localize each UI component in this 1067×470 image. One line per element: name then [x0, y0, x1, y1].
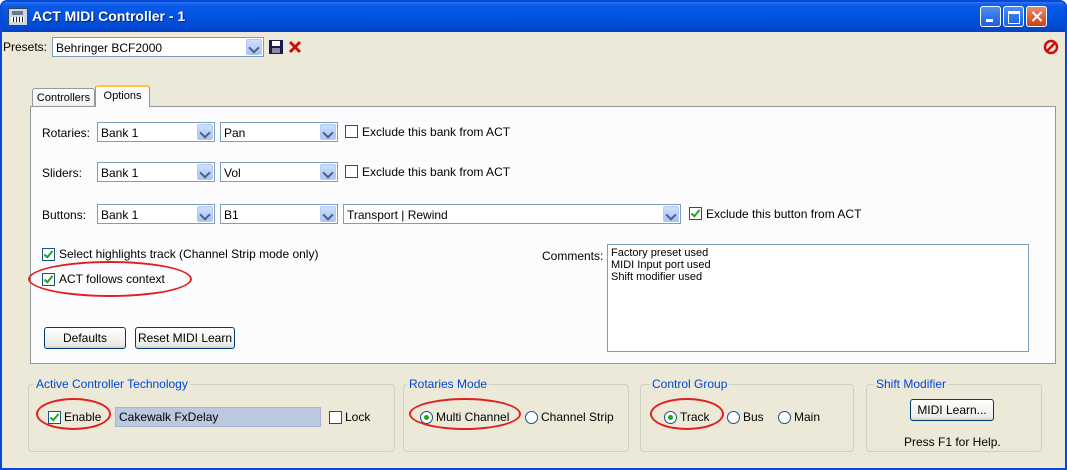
presets-value: Behringer BCF2000 — [56, 41, 163, 55]
rotaries-bank-value: Bank 1 — [101, 126, 139, 140]
plugin-name-field: Cakewalk FxDelay — [115, 407, 321, 427]
channel-strip-radio[interactable] — [525, 411, 538, 424]
title-bar[interactable]: ACT MIDI Controller - 1 — [2, 2, 1065, 32]
multi-channel-label: Multi Channel — [436, 410, 510, 424]
minimize-button[interactable] — [980, 6, 1001, 27]
app-icon — [8, 8, 28, 26]
control-group-title: Control Group — [650, 377, 730, 391]
multi-channel-radio[interactable] — [420, 411, 433, 424]
presets-label: Presets: — [3, 40, 48, 54]
chevron-down-icon[interactable] — [197, 206, 213, 222]
rotaries-param-dropdown[interactable]: Pan — [220, 122, 338, 142]
bus-radio[interactable] — [727, 411, 740, 424]
rotaries-mode-title: Rotaries Mode — [407, 377, 490, 391]
main-label: Main — [794, 410, 821, 424]
buttons-action-dropdown[interactable]: Transport | Rewind — [343, 204, 681, 224]
act-midi-controller-window: ACT MIDI Controller - 1 Presets: Behring… — [0, 0, 1067, 470]
buttons-label: Buttons: — [42, 208, 87, 222]
act-follows-context-label: ACT follows context — [59, 272, 165, 286]
rotaries-exclude-checkbox[interactable] — [345, 125, 358, 138]
chevron-down-icon[interactable] — [663, 206, 679, 222]
close-button[interactable] — [1026, 6, 1047, 27]
sliders-bank-dropdown[interactable]: Bank 1 — [97, 162, 215, 182]
track-radio[interactable] — [664, 411, 677, 424]
comments-textarea[interactable]: Factory preset used MIDI Input port used… — [607, 244, 1029, 352]
sliders-param-dropdown[interactable]: Vol — [220, 162, 338, 182]
tab-options[interactable]: Options — [95, 85, 150, 107]
midi-learn-button[interactable]: MIDI Learn... — [910, 399, 994, 421]
act-group-title: Active Controller Technology — [34, 377, 190, 391]
sliders-exclude-label: Exclude this bank from ACT — [362, 165, 511, 179]
help-text: Press F1 for Help. — [904, 435, 1001, 449]
reset-midi-learn-button[interactable]: Reset MIDI Learn — [135, 327, 235, 349]
sliders-exclude-checkbox[interactable] — [345, 165, 358, 178]
presets-dropdown[interactable]: Behringer BCF2000 — [52, 37, 264, 57]
channel-strip-label: Channel Strip — [541, 410, 614, 424]
defaults-button[interactable]: Defaults — [44, 327, 126, 349]
buttons-bank-value: Bank 1 — [101, 208, 139, 222]
chevron-down-icon[interactable] — [197, 124, 213, 140]
track-label: Track — [680, 410, 710, 424]
rotaries-param-value: Pan — [224, 126, 246, 140]
sliders-label: Sliders: — [42, 166, 83, 180]
comments-label: Comments: — [542, 249, 604, 263]
select-highlights-label: Select highlights track (Channel Strip m… — [59, 247, 319, 261]
buttons-action-value: Transport | Rewind — [347, 208, 448, 222]
bus-label: Bus — [743, 410, 764, 424]
comment-line: Factory preset used — [611, 247, 709, 259]
window-title: ACT MIDI Controller - 1 — [32, 8, 186, 24]
buttons-param-value: B1 — [224, 208, 239, 222]
shift-modifier-title: Shift Modifier — [874, 377, 949, 391]
buttons-bank-dropdown[interactable]: Bank 1 — [97, 204, 215, 224]
act-follows-context-checkbox[interactable] — [42, 273, 55, 286]
save-icon[interactable] — [268, 39, 284, 55]
buttons-exclude-checkbox[interactable] — [689, 207, 702, 220]
comment-line: Shift modifier used — [611, 271, 703, 283]
lock-label: Lock — [345, 410, 371, 424]
delete-icon[interactable] — [287, 39, 303, 55]
chevron-down-icon[interactable] — [197, 164, 213, 180]
enable-checkbox[interactable] — [48, 411, 61, 424]
buttons-exclude-label: Exclude this button from ACT — [706, 207, 862, 221]
sliders-bank-value: Bank 1 — [101, 166, 139, 180]
chevron-down-icon[interactable] — [320, 124, 336, 140]
tab-controllers[interactable]: Controllers — [32, 88, 95, 108]
chevron-down-icon[interactable] — [246, 39, 262, 55]
main-radio[interactable] — [778, 411, 791, 424]
select-highlights-checkbox[interactable] — [42, 248, 55, 261]
lock-checkbox[interactable] — [329, 411, 342, 424]
chevron-down-icon[interactable] — [320, 164, 336, 180]
maximize-button[interactable] — [1003, 6, 1024, 27]
rotaries-bank-dropdown[interactable]: Bank 1 — [97, 122, 215, 142]
buttons-param-dropdown[interactable]: B1 — [220, 204, 338, 224]
comment-line: MIDI Input port used — [611, 259, 711, 271]
rotaries-exclude-label: Exclude this bank from ACT — [362, 125, 511, 139]
enable-label: Enable — [64, 410, 102, 424]
sliders-param-value: Vol — [224, 166, 241, 180]
no-entry-icon[interactable] — [1043, 39, 1059, 55]
rotaries-label: Rotaries: — [42, 126, 91, 140]
chevron-down-icon[interactable] — [320, 206, 336, 222]
